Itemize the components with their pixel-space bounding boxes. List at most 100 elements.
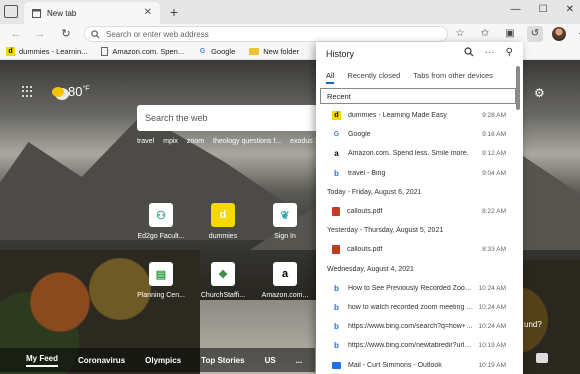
day-header[interactable]: Yesterday - Thursday, August 5, 2021 bbox=[316, 221, 516, 240]
history-list: d dummies - Learning Made Easy 9:28 AM G… bbox=[316, 106, 516, 374]
tab-title: New tab bbox=[47, 8, 77, 18]
bing-icon: b bbox=[334, 341, 339, 351]
new-tab-button[interactable]: + bbox=[166, 4, 182, 20]
favorite-folder[interactable]: New folder bbox=[249, 47, 299, 56]
amazon-icon: a bbox=[334, 149, 339, 159]
more-options-icon[interactable]: ··· bbox=[485, 47, 495, 58]
quick-link-tile[interactable]: ⚇ Ed2go Facult... bbox=[131, 203, 191, 240]
quick-link-tile[interactable]: ❦ Sign In bbox=[255, 203, 315, 240]
history-item[interactable]: b https://www.bing.com/search?q=how+to+.… bbox=[316, 317, 516, 336]
bing-icon: b bbox=[334, 322, 339, 332]
feed-tab[interactable]: US bbox=[265, 356, 276, 365]
history-item[interactable]: b How to See Previously Recorded Zoom M.… bbox=[316, 279, 516, 298]
section-header-recent[interactable]: Recent bbox=[320, 88, 516, 104]
scrollbar[interactable] bbox=[516, 66, 520, 110]
page-icon bbox=[101, 47, 109, 56]
google-icon: G bbox=[333, 131, 340, 139]
trending-link[interactable]: mpix bbox=[163, 138, 178, 145]
refresh-icon[interactable]: ↻ bbox=[58, 26, 74, 42]
forward-icon[interactable]: → bbox=[32, 26, 48, 42]
page-settings-icon[interactable]: ⚙ bbox=[534, 86, 545, 100]
tab-strip: New tab ✕ + — ☐ ✕ bbox=[0, 0, 580, 24]
favorite-item[interactable]: Amazon.com. Spen... bbox=[101, 47, 184, 56]
maximize-icon[interactable]: ☐ bbox=[539, 4, 548, 15]
feed-more[interactable]: ... bbox=[296, 356, 303, 365]
web-search-input[interactable]: Search the web bbox=[137, 105, 319, 131]
favorite-item[interactable]: G Google bbox=[198, 47, 235, 56]
tab-all[interactable]: All bbox=[326, 71, 335, 84]
toolbar-icons: ☆ ✩ ▣ ↺ ··· bbox=[452, 26, 580, 42]
tab-new-tab[interactable]: New tab ✕ bbox=[24, 2, 160, 24]
history-item[interactable]: b https://www.bing.com/newtabredir?url=.… bbox=[316, 336, 516, 355]
history-item[interactable]: b travel - Bing 9:04 AM bbox=[316, 164, 516, 183]
back-icon[interactable]: ← bbox=[8, 26, 24, 42]
close-window-icon[interactable]: ✕ bbox=[566, 4, 574, 15]
address-placeholder: Search or enter web address bbox=[106, 29, 209, 39]
ntp-header: 80°F bbox=[22, 84, 90, 99]
quick-link-tile[interactable]: ❖ ChurchStaffi... bbox=[193, 262, 253, 299]
close-tab-icon[interactable]: ✕ bbox=[144, 7, 152, 18]
signin-icon: ❦ bbox=[273, 203, 297, 227]
history-item[interactable]: callouts.pdf 8:33 AM bbox=[316, 240, 516, 259]
trending-searches: travel mpix zoom theology questions f...… bbox=[137, 138, 322, 145]
tab-actions-icon[interactable] bbox=[4, 5, 18, 18]
add-favorite-icon[interactable]: ☆ bbox=[452, 26, 468, 42]
feed-tab[interactable]: Top Stories bbox=[201, 356, 244, 365]
churchstaffing-icon: ❖ bbox=[211, 262, 235, 286]
tab-other-devices[interactable]: Tabs from other devices bbox=[413, 71, 493, 84]
pdf-icon bbox=[332, 207, 340, 217]
dummies-icon: d bbox=[6, 47, 15, 56]
history-icon[interactable]: ↺ bbox=[527, 26, 543, 42]
temperature: 80°F bbox=[68, 84, 90, 99]
history-title: History bbox=[326, 49, 355, 59]
history-tabs: All Recently closed Tabs from other devi… bbox=[326, 71, 493, 84]
feed-tab-my-feed[interactable]: My Feed bbox=[26, 354, 59, 367]
bing-icon: b bbox=[334, 302, 339, 312]
history-item[interactable]: Mail - Curt Simmons - Outlook 10:19 AM bbox=[316, 355, 516, 374]
history-item[interactable]: b how to watch recorded zoom meeting - B… bbox=[316, 298, 516, 317]
favorite-item[interactable]: d dummies - Learnin... bbox=[6, 47, 87, 56]
bing-icon: b bbox=[334, 168, 339, 178]
collections-icon[interactable]: ▣ bbox=[502, 26, 518, 42]
history-panel: History ··· ⚲ All Recently closed Tabs f… bbox=[316, 42, 523, 374]
quick-link-tile[interactable]: a Amazon.com... bbox=[255, 262, 315, 299]
minimize-icon[interactable]: — bbox=[511, 4, 521, 15]
history-item[interactable]: a Amazon.com. Spend less. Smile more. 9:… bbox=[316, 144, 516, 163]
feed-tab[interactable]: Olympics bbox=[145, 356, 181, 365]
history-item[interactable]: callouts.pdf 8:22 AM bbox=[316, 202, 516, 221]
quick-link-tile[interactable]: ▤ Planning Cen... bbox=[131, 262, 191, 299]
history-item[interactable]: G Google 9:16 AM bbox=[316, 125, 516, 144]
feed-tab[interactable]: Coronavirus bbox=[78, 356, 125, 365]
feed-navigation: My Feed Coronavirus Olympics Top Stories… bbox=[0, 348, 315, 372]
toolbar: ← → ↻ Search or enter web address ☆ ✩ ▣ … bbox=[0, 24, 580, 44]
search-icon[interactable] bbox=[464, 47, 474, 57]
trending-link[interactable]: theology questions f... bbox=[213, 138, 281, 145]
quick-link-tile[interactable]: d dummies bbox=[193, 203, 253, 240]
background-caption: und? bbox=[524, 320, 542, 329]
day-header[interactable]: Wednesday, August 4, 2021 bbox=[316, 260, 516, 279]
layout-toggle-icon[interactable] bbox=[536, 353, 548, 363]
address-bar[interactable]: Search or enter web address bbox=[84, 26, 448, 42]
history-item[interactable]: d dummies - Learning Made Easy 9:28 AM bbox=[316, 106, 516, 125]
favorites-icon[interactable]: ✩ bbox=[477, 26, 493, 42]
window-controls: — ☐ ✕ bbox=[511, 4, 574, 15]
more-options-icon[interactable]: ··· bbox=[575, 26, 580, 42]
planning-center-icon: ▤ bbox=[149, 262, 173, 286]
search-icon bbox=[91, 29, 100, 38]
pin-icon[interactable]: ⚲ bbox=[506, 47, 513, 58]
amazon-icon: a bbox=[273, 262, 297, 286]
trending-link[interactable]: zoom bbox=[187, 138, 204, 145]
avatar[interactable] bbox=[552, 27, 566, 41]
tab-recently-closed[interactable]: Recently closed bbox=[347, 71, 400, 84]
day-header[interactable]: Today - Friday, August 6, 2021 bbox=[316, 183, 516, 202]
bing-icon: b bbox=[334, 283, 339, 293]
weather-widget[interactable]: 80°F bbox=[52, 84, 90, 99]
trending-link[interactable]: travel bbox=[137, 138, 154, 145]
pdf-icon bbox=[332, 245, 340, 255]
app-launcher-icon[interactable] bbox=[22, 85, 34, 98]
partly-sunny-icon bbox=[52, 86, 64, 97]
google-icon: G bbox=[199, 48, 206, 55]
history-actions: ··· ⚲ bbox=[464, 47, 513, 58]
folder-icon bbox=[249, 48, 260, 55]
dummies-icon: d bbox=[211, 203, 235, 227]
